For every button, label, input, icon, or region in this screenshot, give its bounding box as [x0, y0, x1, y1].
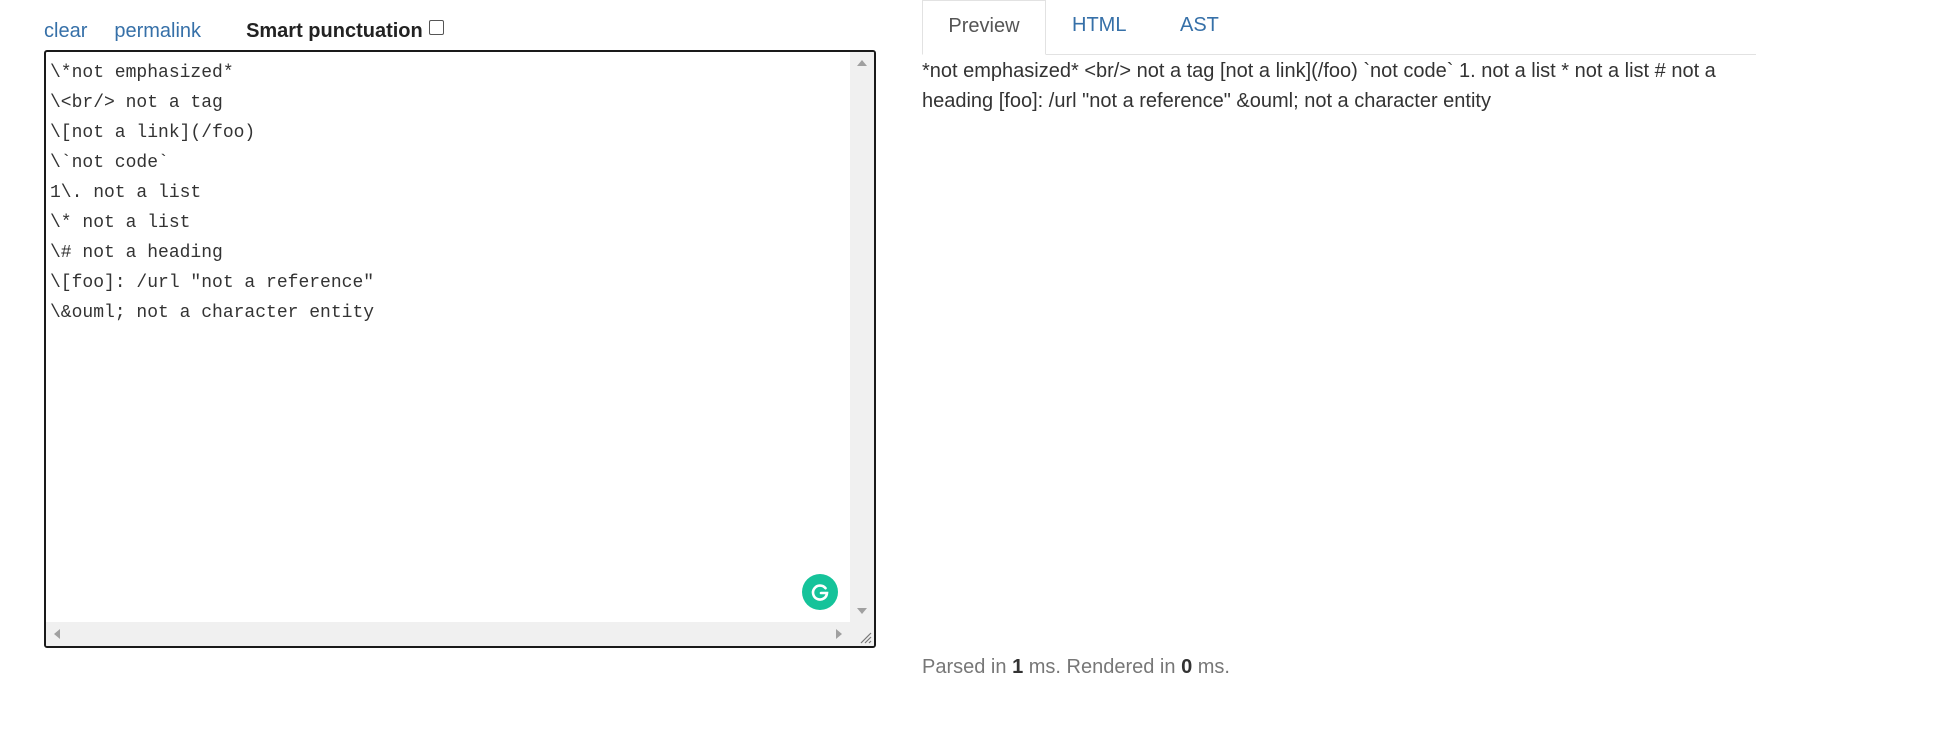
tab-ast[interactable]: AST	[1180, 0, 1219, 54]
editor-line: \*not emphasized*	[50, 63, 234, 83]
scroll-down-arrow-icon[interactable]	[857, 608, 867, 614]
editor-toolbar: clear permalink Smart punctuation	[44, 16, 444, 46]
grammarly-icon[interactable]	[802, 574, 838, 610]
commonmark-dingus: clear permalink Smart punctuation \*not …	[0, 0, 1936, 754]
editor-line: \<br/> not a tag	[50, 93, 223, 113]
editor-line: \# not a heading	[50, 243, 223, 263]
markdown-editor[interactable]: \*not emphasized* \<br/> not a tag \[not a…	[44, 50, 876, 648]
scroll-left-arrow-icon[interactable]	[54, 629, 60, 639]
parsed-ms: 1	[1012, 656, 1024, 678]
horizontal-scrollbar[interactable]	[46, 622, 874, 646]
scroll-right-arrow-icon[interactable]	[836, 629, 842, 639]
vertical-scrollbar[interactable]	[850, 52, 874, 622]
timing-stats: Parsed in 1 ms. Rendered in 0 ms.	[922, 656, 1230, 679]
tab-html[interactable]: HTML	[1072, 0, 1126, 54]
editor-line: \[not a link](/foo)	[50, 123, 256, 143]
smart-punctuation-label: Smart punctuation	[246, 19, 423, 42]
parsed-prefix: Parsed in	[922, 656, 1007, 678]
rendered-ms: 0	[1181, 656, 1193, 678]
tab-preview[interactable]: Preview	[922, 0, 1046, 55]
rendered-prefix: ms. Rendered in	[1028, 656, 1176, 678]
output-tabs: Preview HTML AST	[922, 0, 1756, 55]
scroll-up-arrow-icon[interactable]	[857, 60, 867, 66]
editor-line: 1\. not a list	[50, 183, 202, 203]
clear-link[interactable]: clear	[44, 20, 87, 43]
editor-line: \[foo]: /url "not a reference"	[50, 273, 375, 293]
smart-punctuation-checkbox[interactable]	[428, 19, 444, 35]
resize-grip-icon[interactable]	[858, 630, 872, 644]
permalink-link[interactable]: permalink	[114, 20, 201, 43]
markdown-textarea[interactable]: \*not emphasized* \<br/> not a tag \[not a…	[50, 58, 848, 620]
editor-line: \`not code`	[50, 153, 169, 173]
editor-line: \&ouml; not a character entity	[50, 303, 375, 323]
stats-suffix: ms.	[1197, 656, 1230, 678]
editor-line: \* not a list	[50, 213, 191, 233]
preview-pane: *not emphasized* <br/> not a tag [not a …	[922, 60, 1716, 112]
